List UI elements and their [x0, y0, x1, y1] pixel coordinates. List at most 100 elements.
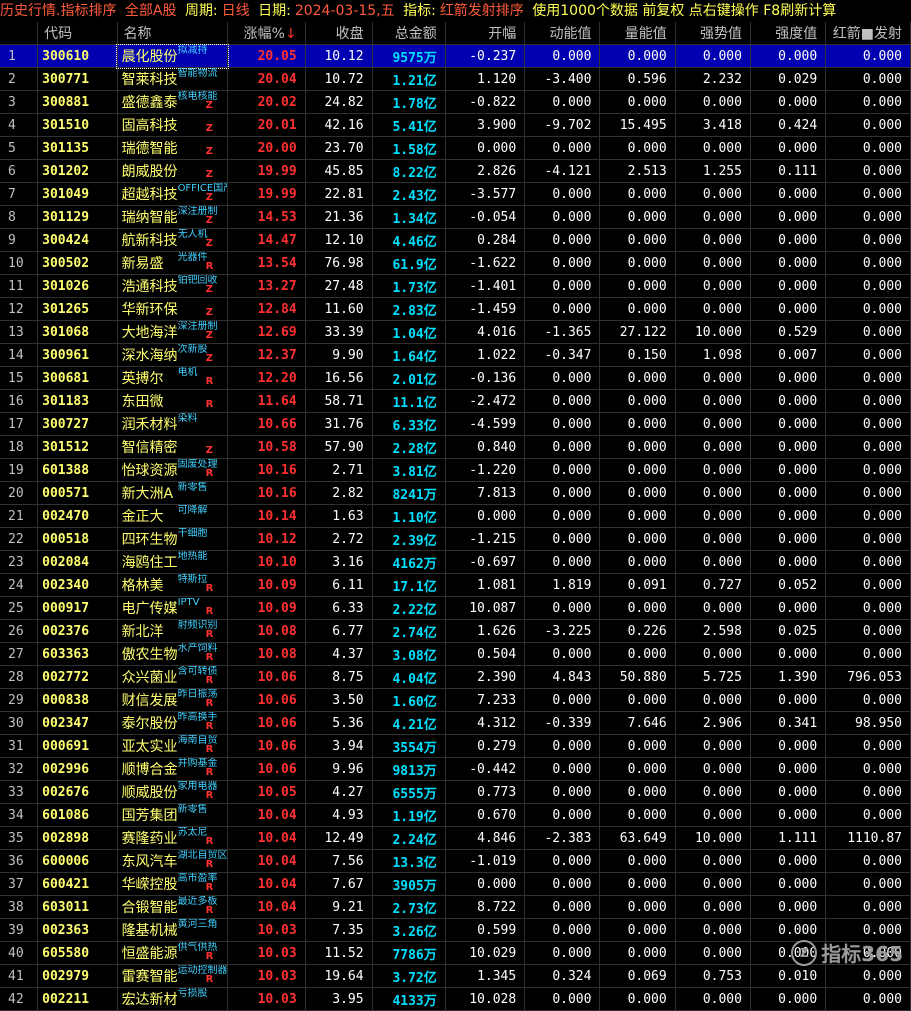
col-header-change[interactable]: 涨幅%↓ [227, 22, 306, 45]
col-header-redarrow[interactable]: 红箭■发射 [825, 22, 911, 45]
col-header-open[interactable]: 开幅 [445, 22, 526, 45]
table-row[interactable]: 37 600421 华嵘控股 高市盈率 R 10.04 7.67 3905万 0.000 0.00… [0, 872, 911, 896]
market-filter[interactable]: 全部A股 [125, 3, 177, 19]
table-row[interactable]: 36 600006 东风汽车 湖北自贸区 R 10.04 7.56 13.3亿 -1.019 0.… [0, 849, 911, 873]
close-price: 1.63 [305, 504, 373, 528]
col-header-close[interactable]: 收盘 [305, 22, 373, 45]
close-price: 7.67 [305, 872, 373, 896]
table-row[interactable]: 42 002211 宏达新材 亏损股 10.03 3.95 4133万 10.028 0.000… [0, 987, 911, 1011]
change-pct: 10.06 [227, 711, 306, 735]
table-row[interactable]: 25 000917 电广传媒 IPTV R 10.09 6.33 2.22亿 10.087 0.0… [0, 596, 911, 620]
stock-name-cell: 众兴菌业 含可转债 R [117, 665, 229, 689]
table-row[interactable]: 26 002376 新北洋 射频识别 R 10.08 6.77 2.74亿 1.626 -3.22… [0, 619, 911, 643]
table-row[interactable]: 24 002340 格林美 特斯拉 R 10.09 6.11 17.1亿 1.081 1.819 0… [0, 573, 911, 597]
strength-value: 0.000 [675, 389, 751, 413]
table-row[interactable]: 38 603011 合锻智能 最近多板 R 10.04 9.21 2.73亿 8.722 0.00… [0, 895, 911, 919]
table-row[interactable]: 18 301512 智信精密 Z 10.58 57.90 2.28亿 0.840 0.000 0.… [0, 435, 911, 459]
row-index: 3 [0, 90, 39, 114]
table-row[interactable]: 39 002363 隆基机械 黄河三角 10.03 7.35 3.26亿 0.599 0.000… [0, 918, 911, 942]
table-row[interactable]: 1 300610 晨化股份 拟减持 20.05 10.12 9575万 -0.237 0.000… [0, 43, 911, 69]
table-row[interactable]: 34 601086 国芳集团 新零售 10.04 4.93 1.19亿 0.670 0.000 0… [0, 803, 911, 827]
col-header-code[interactable]: 代码 [37, 22, 118, 45]
change-pct: 10.03 [227, 941, 306, 965]
col-header-momentum[interactable]: 动能值 [524, 22, 601, 45]
table-row[interactable]: 7 301049 超越科技 OFFICE国产 Z 19.99 22.81 2.43亿 -3.57… [0, 182, 911, 206]
change-pct: 10.08 [227, 642, 306, 666]
table-row[interactable]: 16 301183 东田微 R 11.64 58.71 11.1亿 -2.472 0.000 0.… [0, 389, 911, 413]
indicator-value[interactable]: 红箭发射排序 [440, 3, 524, 19]
date-value[interactable]: 2024-03-15,五 [295, 3, 395, 19]
amount-unit: 亿 [423, 119, 437, 135]
red-arrow-value: 0.000 [825, 205, 911, 229]
stock-name: 智莱科技 [121, 72, 178, 88]
stock-name-cell: 盛德鑫泰 核电核能 Z [117, 90, 229, 114]
table-row[interactable]: 14 300961 深水海纳 次新股 Z 12.37 9.90 1.64亿 1.022 -0.34… [0, 343, 911, 367]
table-row[interactable]: 6 301202 朗威股份 Z 19.99 45.85 8.22亿 2.826 -4.121 2.… [0, 159, 911, 183]
col-header-name[interactable]: 名称 [117, 22, 229, 45]
open-pct: 1.022 [445, 343, 526, 367]
amount-value: 8.22 [392, 165, 424, 181]
amount-value: 1.58 [392, 142, 424, 158]
total-amount: 11.1亿 [372, 389, 446, 413]
close-price: 6.11 [305, 573, 373, 597]
red-arrow-value: 0.000 [825, 412, 911, 436]
table-row[interactable]: 27 603363 傲农生物 水产饲料 R 10.08 4.37 3.08亿 0.504 0.00… [0, 642, 911, 666]
table-row[interactable]: 29 000838 财信发展 昨日振荡 R 10.06 3.50 1.60亿 7.233 0.00… [0, 688, 911, 712]
red-arrow-value: 0.000 [825, 228, 911, 252]
col-header-amount[interactable]: 总金额 [372, 22, 446, 45]
period-value[interactable]: 日线 [222, 3, 250, 19]
stock-code: 002772 [37, 665, 118, 689]
table-row[interactable]: 32 002996 顺博合金 并购基金 R 10.06 9.96 9813万 -0.442 0.0… [0, 757, 911, 781]
row-index: 18 [0, 435, 39, 459]
amount-unit: 亿 [423, 418, 437, 434]
strength-value: 0.000 [675, 458, 751, 482]
col-header-strength[interactable]: 强势值 [675, 22, 751, 45]
table-row[interactable]: 5 301135 瑞德智能 Z 20.00 23.70 1.58亿 0.000 0.000 0.0… [0, 136, 911, 160]
board-mark: Z [205, 123, 213, 134]
table-row[interactable]: 3 300881 盛德鑫泰 核电核能 Z 20.02 24.82 1.78亿 -0.822 0.0… [0, 90, 911, 114]
table-row[interactable]: 11 301026 浩通科技 铂钯回收 Z 13.27 27.48 1.73亿 -1.401 0.… [0, 274, 911, 298]
table-row[interactable]: 40 605580 恒盛能源 供气供热 R 10.03 11.52 7786万 10.029 0.… [0, 941, 911, 965]
strength-value: 2.232 [675, 67, 751, 91]
table-row[interactable]: 20 000571 新大洲A 新零售 10.16 2.82 8241万 7.813 0.000 0… [0, 481, 911, 505]
table-row[interactable]: 21 002470 金正大 可降解 10.14 1.63 1.10亿 0.000 0.000 0.… [0, 504, 911, 528]
table-row[interactable]: 8 301129 瑞纳智能 深注册制 Z 14.53 21.36 1.34亿 -0.054 0.0… [0, 205, 911, 229]
table-row[interactable]: 10 300502 新易盛 光器件 R 13.54 76.98 61.9亿 -1.622 0.00… [0, 251, 911, 275]
momentum-value: -9.702 [524, 113, 601, 137]
table-row[interactable]: 17 300727 润禾材料 染料 10.66 31.76 6.33亿 -4.599 0.000… [0, 412, 911, 436]
red-arrow-value: 0.000 [825, 803, 911, 827]
red-arrow-value: 0.000 [825, 389, 911, 413]
stock-name-cell: 傲农生物 水产饲料 R [117, 642, 229, 666]
table-row[interactable]: 4 301510 固高科技 Z 20.01 42.16 5.41亿 3.900 -9.702 15… [0, 113, 911, 137]
table-row[interactable]: 22 000518 四环生物 干细胞 10.12 2.72 2.39亿 -1.215 0.000… [0, 527, 911, 551]
stock-name-cell: 超越科技 OFFICE国产 Z [117, 182, 229, 206]
table-row[interactable]: 31 000691 亚太实业 海南自贸 R 10.06 3.94 3554万 0.279 0.00… [0, 734, 911, 758]
momentum-value: 0.000 [524, 642, 601, 666]
table-row[interactable]: 33 002676 顺威股份 家用电器 R 10.05 4.27 6555万 0.773 0.00… [0, 780, 911, 804]
col-header-intensity[interactable]: 强度值 [750, 22, 827, 45]
board-mark: Z [205, 238, 213, 249]
col-header-volume[interactable]: 量能值 [599, 22, 676, 45]
amount-value: 1.10 [392, 510, 424, 526]
stock-code: 002363 [37, 918, 118, 942]
stock-code: 301202 [37, 159, 118, 183]
strength-value: 10.000 [675, 320, 751, 344]
table-row[interactable]: 2 300771 智莱科技 智能物流 20.04 10.72 1.21亿 1.120 -3.40… [0, 67, 911, 91]
volume-energy-value: 0.000 [599, 987, 676, 1011]
change-pct: 10.16 [227, 481, 306, 505]
table-row[interactable]: 35 002898 赛隆药业 苏太尼 R 10.04 12.49 2.24亿 4.846 -2.3… [0, 826, 911, 850]
table-row[interactable]: 19 601388 怡球资源 固废处理 R 10.16 2.71 3.81亿 -1.220 0.0… [0, 458, 911, 482]
volume-energy-value: 0.000 [599, 44, 676, 68]
table-row[interactable]: 30 002347 泰尔股份 昨高换手 R 10.06 5.36 4.21亿 4.312 -0.3… [0, 711, 911, 735]
table-row[interactable]: 12 301265 华新环保 Z 12.84 11.60 2.83亿 -1.459 0.000 0… [0, 297, 911, 321]
volume-energy-value: 0.000 [599, 458, 676, 482]
red-arrow-value: 0.000 [825, 274, 911, 298]
volume-energy-value: 0.000 [599, 941, 676, 965]
table-row[interactable]: 9 300424 航新科技 无人机 Z 14.47 12.10 4.46亿 0.284 0.000… [0, 228, 911, 252]
table-row[interactable]: 13 301068 大地海洋 深注册制 Z 12.69 33.39 1.04亿 4.016 -1.… [0, 320, 911, 344]
strength-value: 5.725 [675, 665, 751, 689]
table-row[interactable]: 41 002979 雷赛智能 运动控制器 R 10.03 19.64 3.72亿 1.345 0.… [0, 964, 911, 988]
table-row[interactable]: 15 300681 英搏尔 电机 R 12.20 16.56 2.01亿 -0.136 0.000… [0, 366, 911, 390]
table-row[interactable]: 28 002772 众兴菌业 含可转债 R 10.06 8.75 4.04亿 2.390 4.84… [0, 665, 911, 689]
table-row[interactable]: 23 002084 海鸥住工 地热能 10.10 3.16 4162万 -0.697 0.000… [0, 550, 911, 574]
